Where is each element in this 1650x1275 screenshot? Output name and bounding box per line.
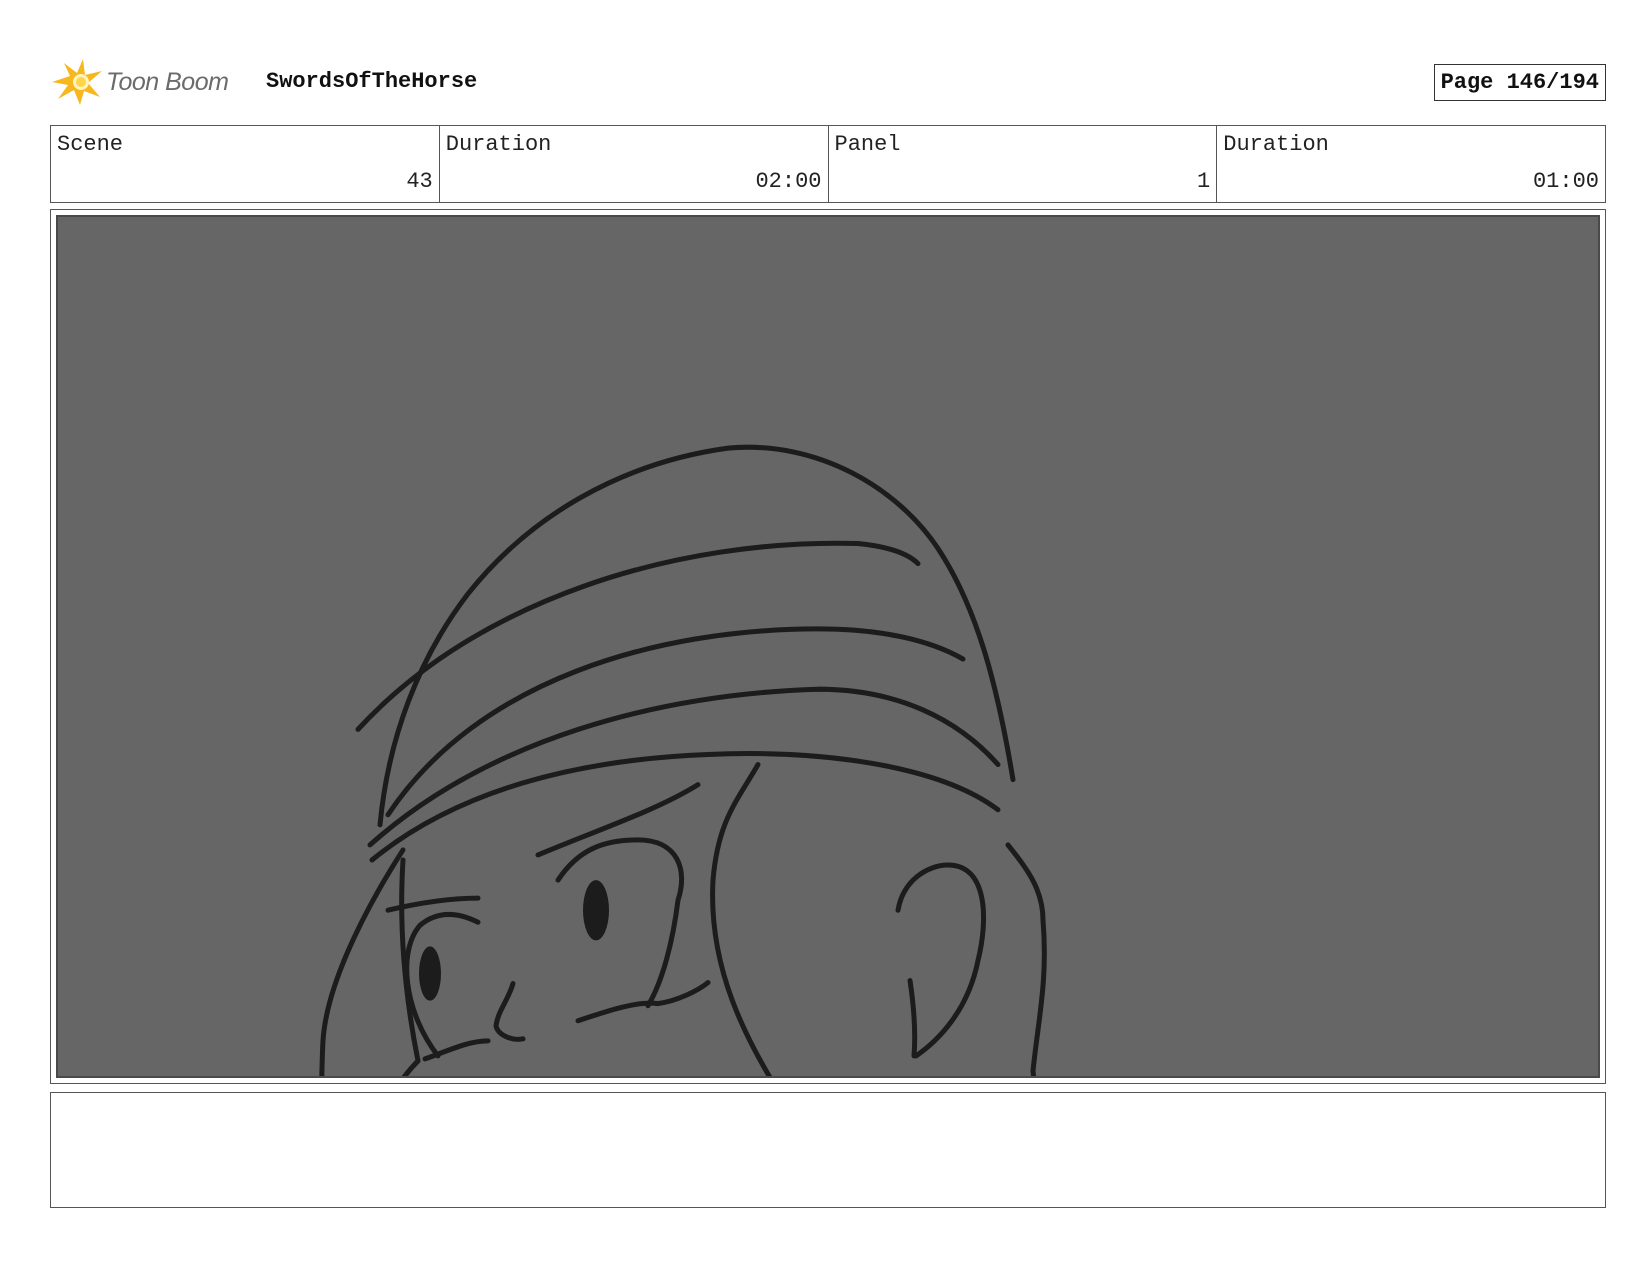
panel-duration-label: Duration <box>1223 132 1329 157</box>
page-number: Page 146/194 <box>1433 64 1606 101</box>
right-eyebrow <box>535 782 701 858</box>
panel-notes <box>50 1092 1606 1208</box>
ear-inner <box>907 978 918 1059</box>
panel-duration-cell: Duration 01:00 <box>1217 126 1605 202</box>
right-pupil <box>583 880 609 941</box>
hood-stripe-2 <box>385 626 966 818</box>
right-eye-underline <box>575 980 711 1024</box>
hood-stripe-3 <box>367 686 1001 848</box>
character-sketch <box>319 444 1047 1076</box>
panel-value: 1 <box>1197 169 1211 194</box>
nose <box>493 981 526 1042</box>
hood-stripe-4 <box>369 751 1001 863</box>
left-pupil <box>419 946 441 1001</box>
panel-drawing-area <box>56 215 1600 1078</box>
left-eye-lid <box>404 911 481 1059</box>
panel-duration-value: 01:00 <box>1532 169 1599 194</box>
panel-label: Panel <box>834 132 901 157</box>
face-contour <box>401 1058 421 1076</box>
project-title: SwordsOfTheHorse <box>266 69 478 94</box>
page-header: Toon Boom SwordsOfTheHorse Page 146/194 <box>50 55 1606 115</box>
hood-left-side <box>319 847 406 1076</box>
scene-value: 43 <box>406 169 433 194</box>
hood-right-side <box>1005 842 1047 1076</box>
storyboard-panel <box>50 209 1606 1084</box>
ear <box>895 862 987 1059</box>
logo-text: Toon Boom <box>106 67 229 96</box>
hood-left-inner <box>399 857 421 1064</box>
panel-cell: Panel 1 <box>829 126 1218 202</box>
right-eye-lid <box>555 837 685 1009</box>
scene-duration-cell: Duration 02:00 <box>440 126 829 202</box>
hair-strand <box>710 762 773 1076</box>
scene-label: Scene <box>57 132 124 157</box>
scene-duration-label: Duration <box>445 132 552 157</box>
scene-cell: Scene 43 <box>51 126 440 202</box>
toon-boom-logo-icon <box>50 57 104 107</box>
scene-info-table: Scene 43 Duration 02:00 Panel 1 Duration… <box>50 125 1606 203</box>
toon-boom-logo: Toon Boom <box>50 57 229 107</box>
scene-duration-value: 02:00 <box>755 169 822 194</box>
